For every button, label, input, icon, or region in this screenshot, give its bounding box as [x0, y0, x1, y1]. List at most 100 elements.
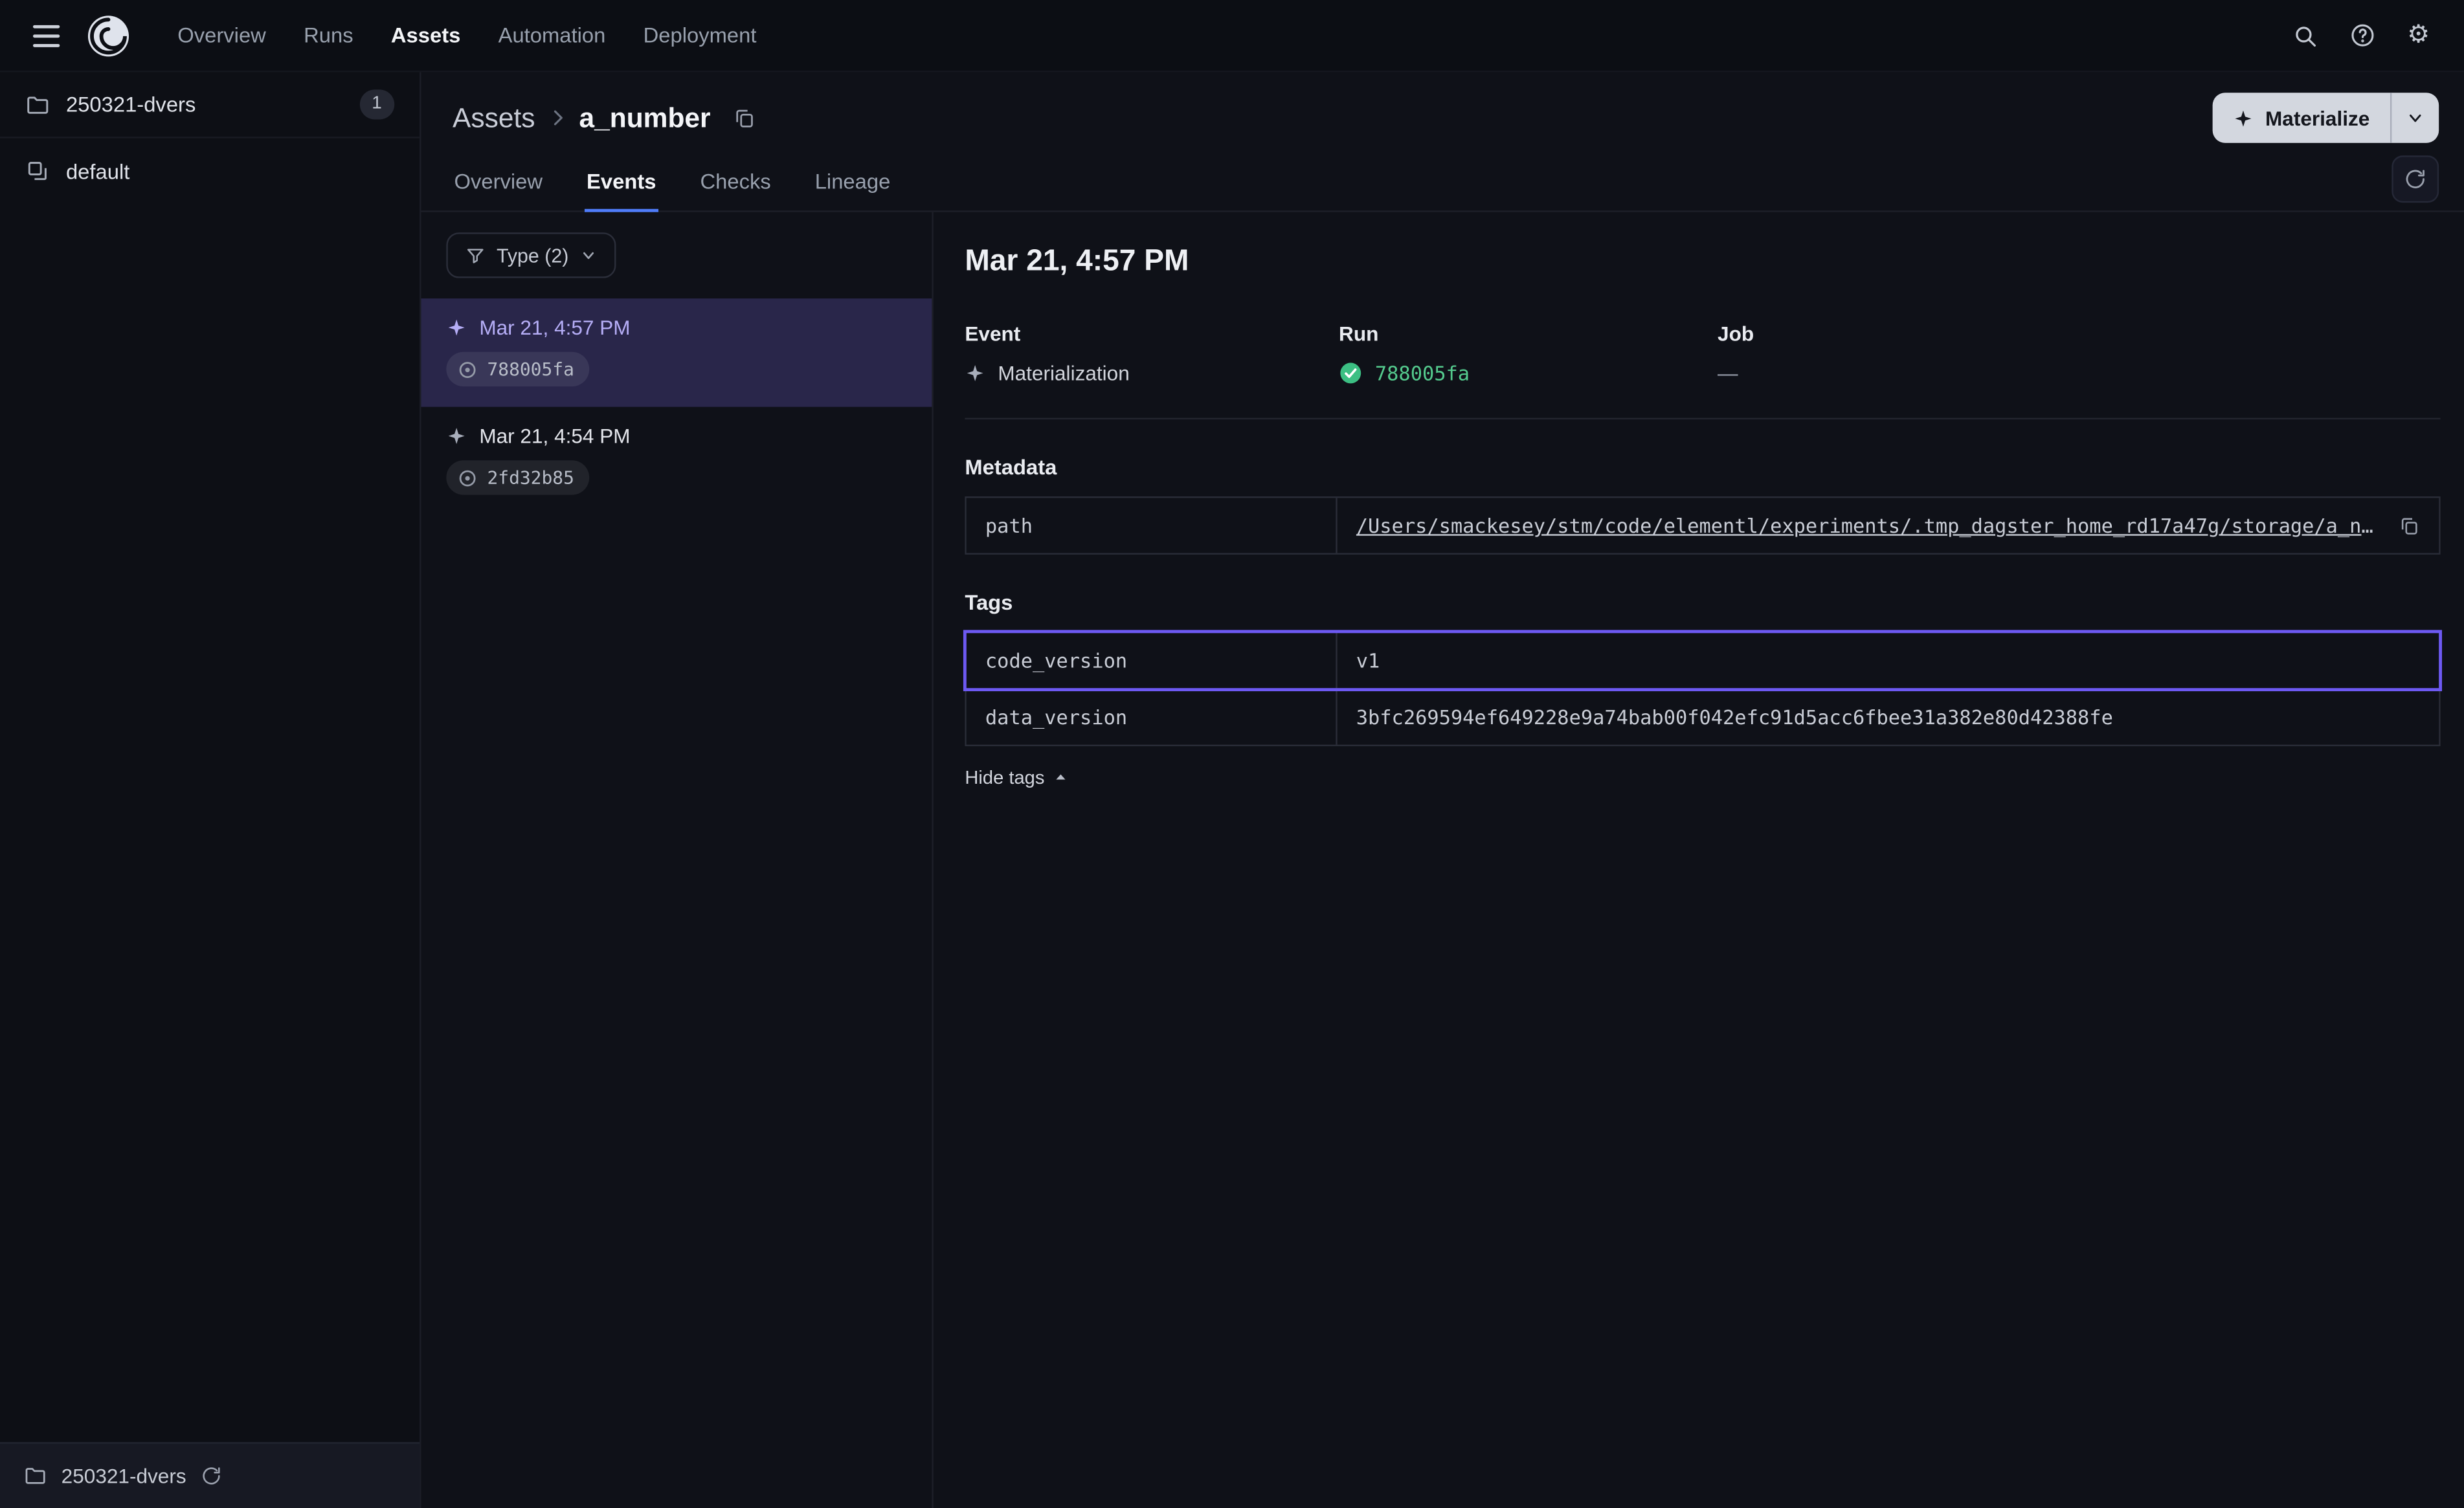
event-list-item[interactable]: Mar 21, 4:54 PM 2fd32b85	[421, 407, 932, 515]
gear-icon: ⚙	[2407, 23, 2430, 48]
sync-icon	[200, 1466, 221, 1487]
materialize-button[interactable]: Materialize	[2212, 93, 2390, 143]
run-status-icon	[457, 467, 478, 488]
asset-sidebar: 250321-dvers 1 default 250321-dvers	[0, 72, 421, 1508]
tag-value: 3bfc269594ef649228e9a74bab00f042efc91d5a…	[1356, 705, 2113, 729]
search-button[interactable]	[2281, 12, 2329, 59]
reload-code-location-button[interactable]	[200, 1466, 221, 1487]
nav-deployment[interactable]: Deployment	[626, 14, 774, 57]
code-location-status-bar: 250321-dvers	[0, 1442, 420, 1508]
materialization-icon	[446, 426, 467, 447]
type-filter-button[interactable]: Type (2)	[446, 232, 616, 278]
tag-key: data_version	[967, 690, 1338, 745]
hamburger-menu-icon[interactable]	[22, 12, 69, 59]
chevron-down-icon	[2406, 108, 2425, 127]
top-nav: Overview Runs Assets Automation Deployme…	[0, 0, 2464, 72]
tag-value: v1	[1356, 649, 1380, 672]
help-button[interactable]	[2338, 12, 2386, 59]
table-row: path /Users/smackesey/stm/code/elementl/…	[967, 498, 2439, 553]
metadata-table: path /Users/smackesey/stm/code/elementl/…	[965, 496, 2440, 555]
materialization-icon	[446, 317, 467, 338]
run-label: Run	[1339, 322, 1718, 346]
chevron-down-icon	[579, 247, 597, 264]
filter-icon	[465, 245, 486, 266]
events-list-panel: Type (2) Mar 21, 4:57 PM	[421, 212, 934, 1508]
metadata-heading: Metadata	[965, 456, 2440, 479]
event-label: Event	[965, 322, 1339, 346]
job-column: Job —	[1718, 322, 2441, 385]
asset-name: a_number	[579, 102, 711, 135]
table-row-data-version: data_version 3bfc269594ef649228e9a74bab0…	[967, 688, 2439, 744]
dagster-logo-icon	[85, 12, 132, 59]
caret-up-icon	[1053, 770, 1068, 785]
run-id-link[interactable]: 788005fa	[1375, 361, 1470, 384]
run-id-chip: 788005fa	[446, 352, 590, 386]
materialize-button-label: Materialize	[2265, 106, 2369, 129]
nav-runs[interactable]: Runs	[286, 14, 370, 57]
run-id: 788005fa	[487, 358, 574, 380]
sidebar-group-label: 250321-dvers	[66, 93, 196, 116]
code-location-label: 250321-dvers	[62, 1464, 186, 1487]
main-panel: Assets a_number	[421, 72, 2464, 1508]
run-id-chip: 2fd32b85	[446, 460, 590, 494]
tag-key: code_version	[967, 633, 1338, 688]
materialize-dropdown-button[interactable]	[2391, 93, 2439, 143]
hide-tags-toggle[interactable]: Hide tags	[965, 767, 1068, 789]
run-status-icon	[457, 359, 478, 380]
refresh-button[interactable]	[2391, 155, 2439, 203]
asset-group-icon	[25, 159, 50, 184]
type-filter-label: Type (2)	[497, 244, 568, 266]
help-icon	[2349, 22, 2375, 49]
job-label: Job	[1718, 322, 2441, 346]
materialization-icon	[965, 363, 985, 384]
section-divider	[965, 418, 2440, 419]
run-column: Run 788005fa	[1339, 322, 1718, 385]
sidebar-item-group-250321-dvers[interactable]: 250321-dvers 1	[0, 72, 420, 139]
event-type-value: Materialization	[998, 361, 1129, 384]
event-detail-title: Mar 21, 4:57 PM	[965, 245, 2440, 280]
dagster-logo[interactable]	[85, 12, 132, 59]
tab-checks[interactable]: Checks	[699, 155, 772, 212]
materialize-split-button: Materialize	[2212, 93, 2439, 143]
nav-automation[interactable]: Automation	[481, 14, 623, 57]
sidebar-item-default[interactable]: default	[0, 139, 420, 205]
asset-tabs: Overview Events Checks Lineage	[421, 155, 2464, 212]
table-row-code-version: code_version v1	[967, 633, 2439, 688]
job-value: —	[1718, 361, 1738, 384]
copy-icon	[2398, 515, 2420, 537]
sparkle-icon	[2232, 107, 2253, 128]
event-column: Event Materialization	[965, 322, 1339, 385]
folder-icon	[23, 1464, 47, 1487]
breadcrumb: Assets a_number	[453, 102, 756, 135]
nav-assets[interactable]: Assets	[374, 14, 478, 57]
hide-tags-label: Hide tags	[965, 767, 1044, 789]
sidebar-group-count-badge: 1	[359, 89, 394, 120]
refresh-icon	[2404, 168, 2426, 190]
tags-table: code_version v1 data_version 3bfc269594e…	[965, 632, 2440, 746]
metadata-path-link[interactable]: /Users/smackesey/stm/code/elementl/exper…	[1356, 514, 2379, 537]
event-timestamp: Mar 21, 4:57 PM	[479, 316, 630, 339]
app-window: Overview Runs Assets Automation Deployme…	[0, 0, 2464, 1508]
copy-path-button[interactable]	[2398, 515, 2420, 537]
breadcrumb-assets-link[interactable]: Assets	[453, 102, 535, 135]
tab-events[interactable]: Events	[585, 155, 658, 212]
event-summary-columns: Event Materialization Run	[965, 322, 2440, 385]
tab-lineage[interactable]: Lineage	[813, 155, 892, 212]
event-detail-panel: Mar 21, 4:57 PM Event Materialization	[934, 212, 2464, 1508]
copy-asset-name-button[interactable]	[733, 106, 756, 129]
nav-overview[interactable]: Overview	[161, 14, 284, 57]
metadata-key: path	[967, 498, 1338, 553]
top-nav-actions: ⚙	[2281, 12, 2442, 59]
event-timestamp: Mar 21, 4:54 PM	[479, 424, 630, 447]
success-check-icon	[1339, 361, 1362, 384]
event-list-item[interactable]: Mar 21, 4:57 PM 788005fa	[421, 298, 932, 406]
folder-icon	[25, 92, 50, 117]
tags-heading: Tags	[965, 591, 2440, 614]
main-nav-links: Overview Runs Assets Automation Deployme…	[161, 14, 774, 57]
search-icon	[2292, 23, 2318, 48]
tab-overview[interactable]: Overview	[453, 155, 544, 212]
settings-button[interactable]: ⚙	[2395, 12, 2442, 59]
asset-header: Assets a_number	[421, 72, 2464, 156]
run-id: 2fd32b85	[487, 467, 574, 489]
sidebar-default-label: default	[66, 159, 129, 183]
